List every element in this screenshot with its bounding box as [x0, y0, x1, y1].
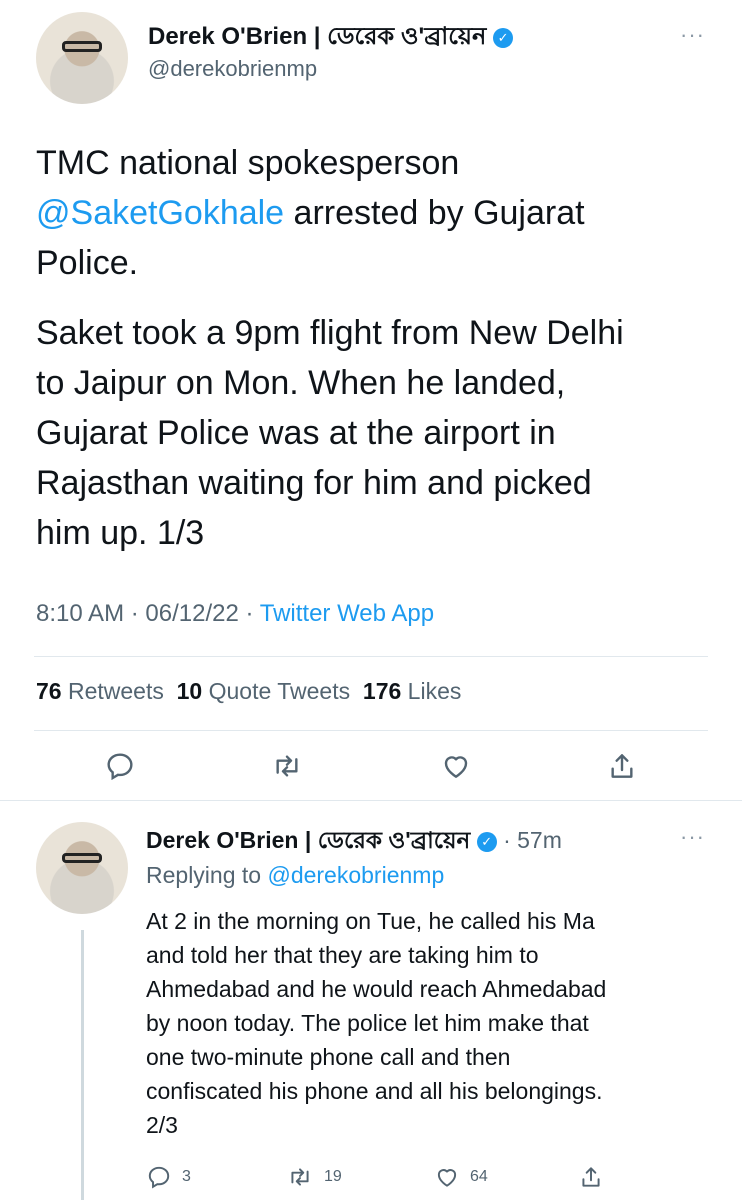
verified-badge-icon: ✓: [493, 27, 514, 48]
reply-line: and told her that they are taking him to: [146, 942, 539, 968]
thread-line: [81, 930, 84, 1200]
reply-action-share[interactable]: [578, 1164, 604, 1190]
tweet-line: TMC national spokesperson: [36, 144, 460, 182]
replying-to: Replying to @derekobrienmp: [146, 862, 444, 889]
meta-separator: ·: [130, 600, 139, 627]
tweet-line: Saket took a 9pm flight from New Delhi: [36, 314, 624, 352]
share-icon[interactable]: [606, 750, 638, 782]
meta-separator: ·: [503, 827, 511, 853]
reply-icon: [146, 1164, 172, 1190]
divider: [34, 656, 708, 657]
reply-action-reply[interactable]: 3: [146, 1164, 191, 1190]
likes-stat[interactable]: 176 Likes: [363, 678, 461, 704]
retweet-count: 19: [324, 1168, 342, 1185]
reply-text: At 2 in the morning on Tue, he called hi…: [146, 904, 726, 1142]
reply-icon[interactable]: [104, 750, 136, 782]
tweet-date[interactable]: 06/12/22: [145, 600, 238, 627]
reply-line: Ahmedabad and he would reach Ahmedabad: [146, 976, 607, 1002]
retweets-stat[interactable]: 76 Retweets: [36, 678, 164, 704]
author-handle[interactable]: @derekobrienmp: [148, 56, 317, 82]
mention-link[interactable]: @SaketGokhale: [36, 194, 284, 232]
divider: [34, 730, 708, 731]
tweet-time[interactable]: 8:10 AM: [36, 600, 124, 627]
tweet-line: arrested by Gujarat: [284, 194, 585, 232]
tweet-line: to Jaipur on Mon. When he landed,: [36, 364, 566, 402]
reply-author-name[interactable]: Derek O'Brien | ডেরেক ও'ব্রায়েন: [146, 827, 470, 853]
tweet-line: him up. 1/3: [36, 514, 205, 552]
author-name-row[interactable]: Derek O'Brien | ডেরেক ও'ব্রায়েন ✓: [148, 18, 514, 58]
replying-handle[interactable]: @derekobrienmp: [267, 862, 444, 888]
retweet-icon[interactable]: [270, 750, 304, 782]
tweet-meta: 8:10 AM · 06/12/22 · Twitter Web App: [36, 600, 434, 628]
replying-prefix: Replying to: [146, 862, 262, 888]
reply-line: 2/3: [146, 1112, 178, 1138]
like-icon: [434, 1164, 460, 1190]
tweet-line: Police.: [36, 244, 139, 282]
share-icon: [578, 1164, 604, 1190]
like-icon[interactable]: [440, 750, 472, 782]
author-avatar[interactable]: [36, 12, 128, 104]
reply-line: one two-minute phone call and then: [146, 1044, 511, 1070]
reply-line: confiscated his phone and all his belong…: [146, 1078, 603, 1104]
quote-tweets-stat[interactable]: 10 Quote Tweets: [177, 678, 350, 704]
meta-separator: ·: [245, 600, 254, 627]
reply-author-avatar[interactable]: [36, 822, 128, 914]
author-name[interactable]: Derek O'Brien | ডেরেক ও'ব্রায়েন: [148, 23, 486, 50]
reply-line: by noon today. The police let him make t…: [146, 1010, 589, 1036]
tweet-text: TMC national spokesperson @SaketGokhale …: [36, 140, 716, 290]
tweet-source[interactable]: Twitter Web App: [260, 600, 434, 627]
reply-action-retweet[interactable]: 19: [286, 1164, 342, 1190]
reply-author-row[interactable]: Derek O'Brien | ডেরেক ও'ব্রায়েন ✓ · 57m: [146, 822, 562, 861]
verified-badge-icon: ✓: [476, 831, 497, 852]
reply-age[interactable]: 57m: [517, 827, 562, 853]
tweet-line: Gujarat Police was at the airport in: [36, 414, 556, 452]
divider: [0, 800, 742, 801]
tweet-stats: 76 Retweets 10 Quote Tweets 176 Likes: [36, 678, 461, 705]
retweet-icon: [286, 1164, 314, 1190]
reply-action-like[interactable]: 64: [434, 1164, 488, 1190]
tweet-line: Rajasthan waiting for him and picked: [36, 464, 592, 502]
reply-count: 3: [182, 1168, 191, 1185]
more-icon[interactable]: ···: [680, 824, 705, 850]
like-count: 64: [470, 1168, 488, 1185]
more-icon[interactable]: ···: [680, 22, 705, 48]
tweet-paragraph-2: Saket took a 9pm flight from New Delhi t…: [36, 310, 726, 560]
reply-line: At 2 in the morning on Tue, he called hi…: [146, 908, 595, 934]
